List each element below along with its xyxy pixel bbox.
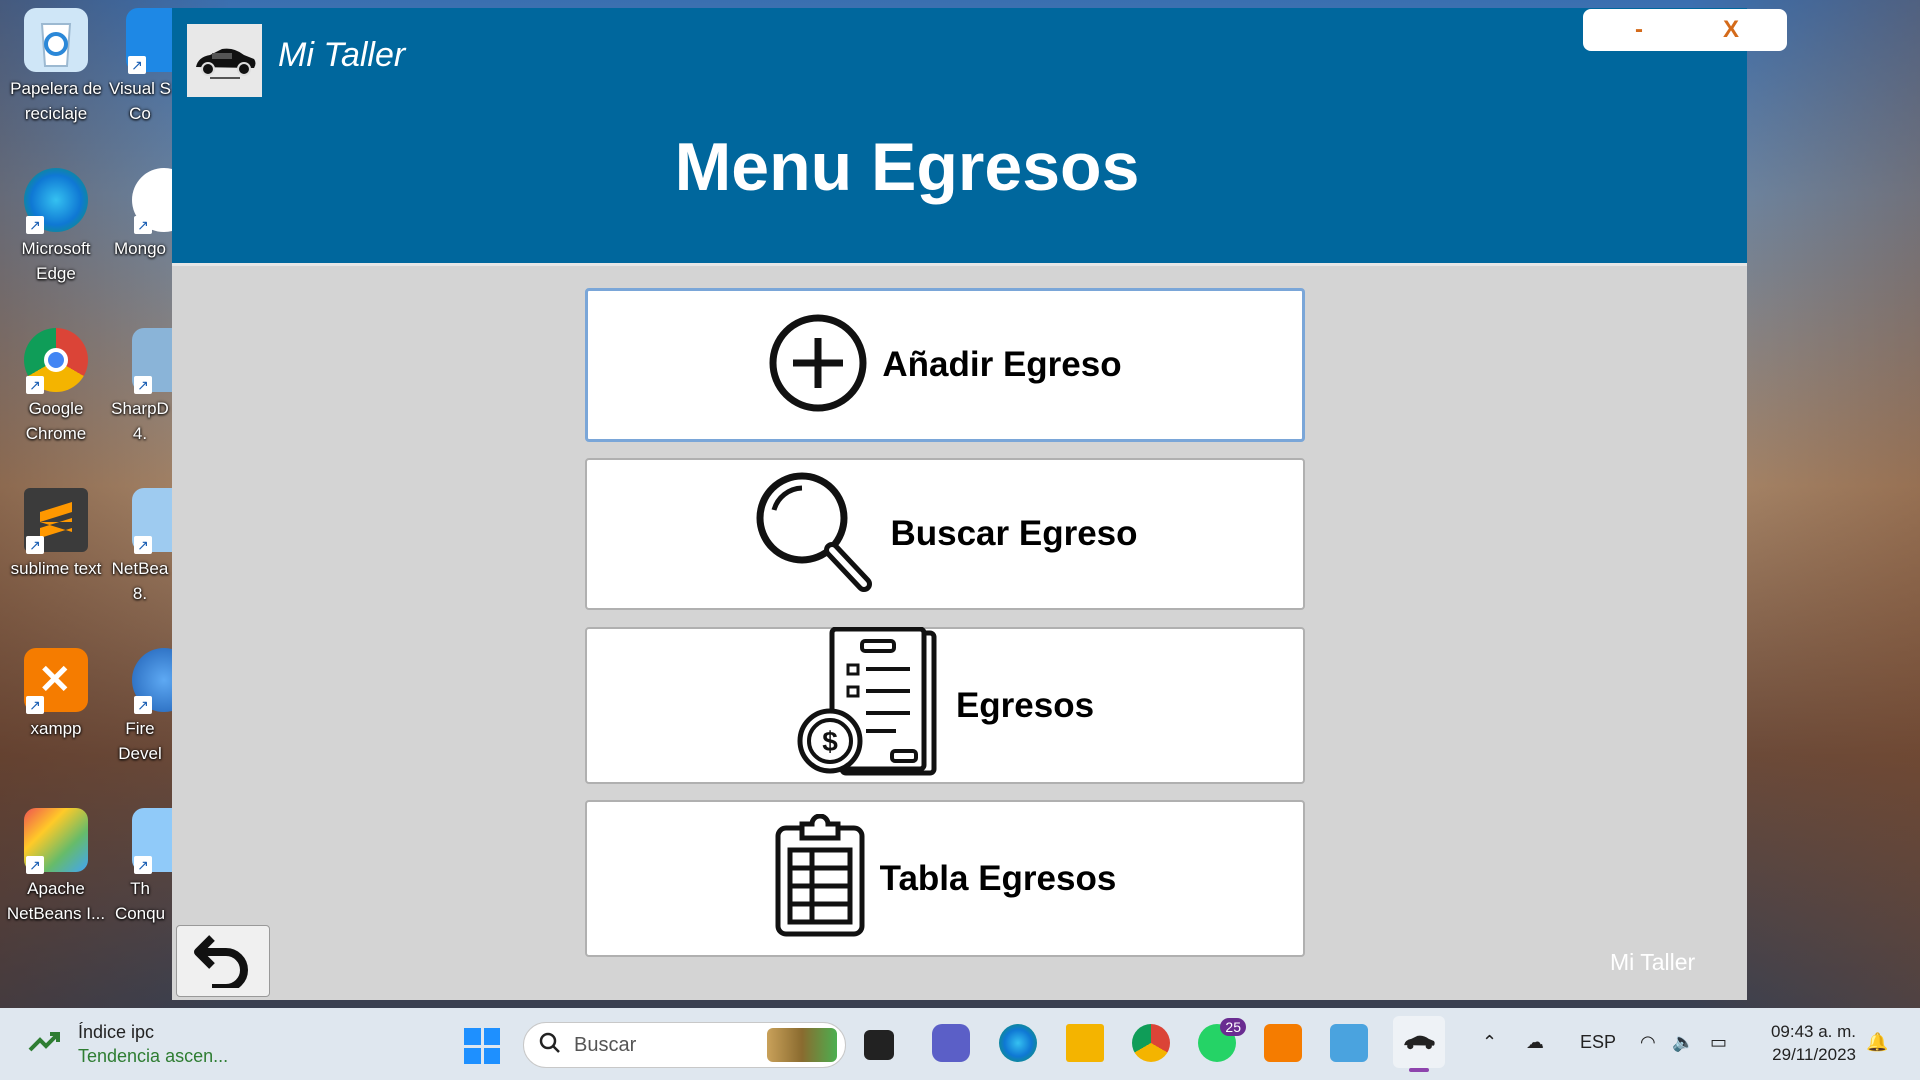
vscode-icon: ↗: [126, 8, 172, 74]
search-placeholder: Buscar: [574, 1033, 637, 1056]
desktop-icon-label: xampp: [30, 719, 82, 738]
app-name: Mi Taller: [278, 36, 406, 74]
edge-icon: ↗: [24, 168, 88, 234]
svg-text:$: $: [822, 726, 838, 757]
desktop-icon-label: Microsoft Edge: [21, 239, 91, 283]
battery-icon[interactable]: ▭: [1710, 1032, 1727, 1053]
expenses-label: Egresos: [955, 685, 1095, 725]
xampp-taskbar-icon[interactable]: [1264, 1024, 1302, 1062]
task-view-icon[interactable]: [864, 1030, 894, 1060]
search-expense-button[interactable]: Buscar Egreso: [585, 458, 1305, 610]
desktop-icon-netbeans[interactable]: ↗ NetBea 8.: [108, 480, 172, 606]
desktop-icon-label: Mongo: [114, 239, 166, 258]
app-header: Mi Taller - X Menu Egresos: [172, 8, 1787, 266]
firefox-dev-icon: ↗: [132, 648, 172, 714]
edge-taskbar-icon[interactable]: [999, 1024, 1037, 1062]
taskbar-widget[interactable]: Índice ipc Tendencia ascen...: [28, 1020, 228, 1068]
desktop-icon-sublime[interactable]: ↗ sublime text: [6, 480, 106, 581]
sublime-icon: ↗: [24, 488, 88, 554]
expenses-button[interactable]: $ Egresos: [585, 626, 1305, 784]
file-explorer-icon[interactable]: [1066, 1024, 1104, 1062]
mi-taller-taskbar-icon[interactable]: [1393, 1016, 1445, 1072]
desktop-icon-firefox-dev[interactable]: ↗ Fire Devel: [108, 640, 172, 766]
desktop-icon-label: NetBea 8.: [111, 559, 169, 603]
start-button[interactable]: [464, 1028, 500, 1064]
clipboard-table-icon: [774, 813, 866, 943]
search-expense-label: Buscar Egreso: [890, 514, 1138, 553]
add-expense-button[interactable]: Añadir Egreso: [585, 288, 1305, 442]
back-button[interactable]: [176, 925, 270, 997]
footer-app-name: Mi Taller: [1610, 949, 1696, 975]
desktop-icon-label: sublime text: [10, 559, 102, 578]
desktop-icons: Papelera de reciclaje ↗ Visual S Co ↗ Mi…: [0, 0, 172, 1008]
apache-netbeans-icon: ↗: [24, 808, 88, 874]
desktop-icon-recycle-bin[interactable]: Papelera de reciclaje: [6, 0, 106, 126]
expense-report-icon: $: [796, 626, 942, 784]
teams-chat-icon[interactable]: [932, 1024, 970, 1062]
search-highlight-icon: [767, 1028, 837, 1062]
desktop-icon-mongo[interactable]: ↗ Mongo: [108, 160, 172, 261]
volume-icon[interactable]: 🔈: [1672, 1032, 1694, 1053]
clock-time: 09:43 a. m.: [1770, 1022, 1856, 1041]
desktop-icon-conqueror[interactable]: ↗ Th Conqu: [108, 800, 172, 926]
windows-logo-icon: [464, 1028, 481, 1045]
desktop-icon-chrome[interactable]: ↗ Google Chrome: [6, 320, 106, 446]
chrome-taskbar-icon[interactable]: [1132, 1024, 1170, 1062]
chevron-up-icon[interactable]: ⌃: [1482, 1032, 1497, 1053]
netbeans-icon: ↗: [132, 488, 172, 554]
plus-circle-icon: [768, 313, 868, 418]
notification-bell-icon[interactable]: 🔔: [1866, 1032, 1888, 1053]
chrome-icon: ↗: [24, 328, 88, 394]
photos-icon[interactable]: [1330, 1024, 1368, 1062]
clock-date: 29/11/2023: [1772, 1045, 1856, 1064]
page-title: Menu Egresos: [674, 129, 1140, 205]
mongodb-icon: ↗: [132, 168, 172, 234]
language-indicator[interactable]: ESP: [1580, 1032, 1616, 1053]
expenses-table-button[interactable]: Tabla Egresos: [585, 800, 1305, 957]
sharpdevelop-icon: ↗: [132, 328, 172, 394]
magnifier-icon: [752, 470, 876, 599]
trending-up-icon: [28, 1030, 62, 1059]
xampp-icon: ✕ ↗: [24, 648, 88, 714]
desktop-icon-label: Papelera de reciclaje: [10, 79, 102, 123]
desktop-icon-xampp[interactable]: ✕ ↗ xampp: [6, 640, 106, 741]
desktop-icon-label: Fire Devel: [118, 719, 162, 763]
widget-title: Índice ipc: [78, 1022, 155, 1042]
taskbar-search[interactable]: Buscar: [523, 1022, 846, 1068]
desktop-icon-label: SharpD 4.: [111, 399, 169, 443]
whatsapp-icon[interactable]: 25: [1198, 1018, 1246, 1062]
onedrive-error-icon[interactable]: ☁: [1526, 1032, 1544, 1053]
desktop-icon-label: Apache NetBeans I...: [6, 879, 106, 923]
expenses-table-label: Tabla Egresos: [879, 858, 1117, 898]
app-window: Mi Taller - X Menu Egresos Añadir Egreso…: [172, 8, 1787, 1000]
clock[interactable]: 09:43 a. m. 29/11/2023: [1760, 1020, 1856, 1066]
widget-subtitle: Tendencia ascen...: [78, 1046, 229, 1066]
desktop-icon-label: Visual S Co: [108, 79, 172, 123]
undo-arrow-icon: [194, 930, 252, 993]
search-icon: [538, 1031, 562, 1060]
desktop-icon-vscode[interactable]: ↗ Visual S Co: [108, 0, 172, 126]
wifi-icon[interactable]: ◠: [1640, 1032, 1656, 1053]
desktop-icon-sharpdevelop[interactable]: ↗ SharpD 4.: [108, 320, 172, 446]
desktop-icon-edge[interactable]: ↗ Microsoft Edge: [6, 160, 106, 286]
add-expense-label: Añadir Egreso: [882, 345, 1122, 384]
desktop-icon-label: Th Conqu: [114, 879, 166, 923]
recycle-bin-icon: [24, 8, 88, 72]
close-button[interactable]: X: [1675, 9, 1787, 51]
desktop-icon-apache-netbeans[interactable]: ↗ Apache NetBeans I...: [6, 800, 106, 926]
desktop-icon-label: Google Chrome: [25, 399, 87, 443]
whatsapp-badge: 25: [1220, 1018, 1246, 1036]
taskbar: Índice ipc Tendencia ascen... Buscar 25 …: [0, 1008, 1920, 1080]
conqueror-icon: ↗: [132, 808, 172, 874]
car-logo-icon: [187, 24, 262, 97]
